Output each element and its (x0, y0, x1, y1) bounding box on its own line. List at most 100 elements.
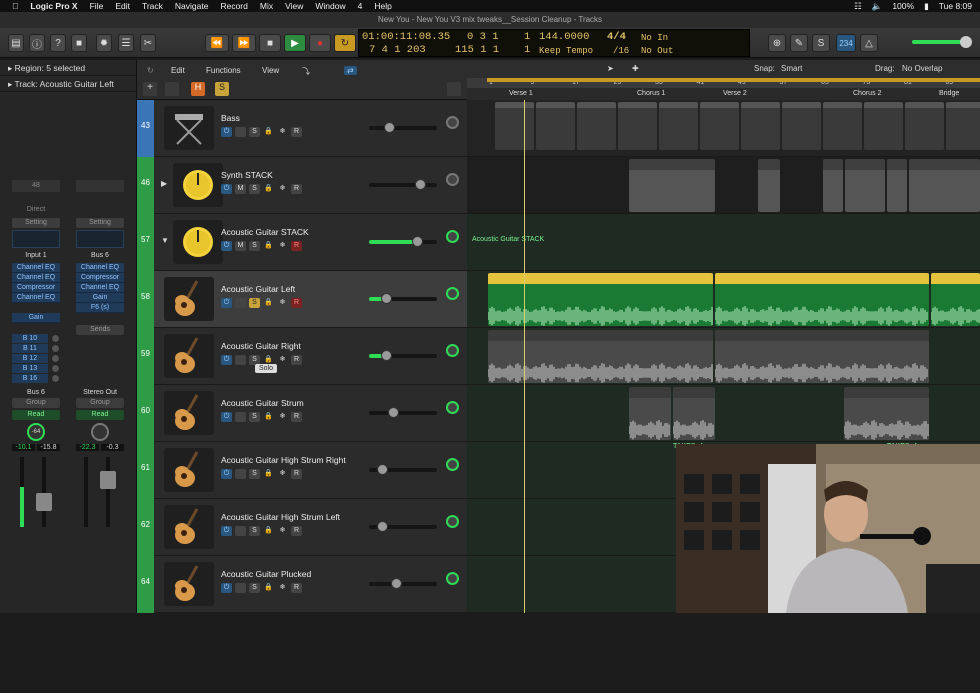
track-lane[interactable]: Acoustic Guit Acoustic Acoustic Guitar_Str… (467, 385, 980, 442)
solo-button[interactable]: S (249, 241, 260, 251)
pointer-tool[interactable]: ➤ (607, 64, 614, 73)
fast-forward-button[interactable]: ⏩ (232, 34, 256, 52)
mute-button[interactable]: M (235, 241, 246, 251)
track-name[interactable]: Acoustic Guitar Plucked (221, 569, 311, 579)
setting-button[interactable]: Setting (76, 218, 124, 228)
freeze-icon[interactable]: ❄ (277, 412, 288, 422)
lock-icon[interactable]: 🔒 (263, 184, 274, 194)
track-header[interactable]: 43 Bass ⏻ S 🔒 ❄ R (137, 100, 467, 157)
fader-handle[interactable] (381, 293, 392, 304)
track-volume-fader[interactable] (369, 122, 437, 133)
mute-button[interactable] (235, 127, 246, 137)
power-button[interactable]: ⏻ (221, 583, 232, 593)
eq-thumbnail[interactable] (76, 230, 124, 248)
menu-window[interactable]: Window (315, 1, 345, 11)
acoustic-guitar-icon[interactable] (164, 562, 214, 606)
lock-icon[interactable]: 🔒 (263, 241, 274, 251)
power-button[interactable]: ⏻ (221, 355, 232, 365)
midi-region[interactable] (700, 102, 739, 150)
record-enable-button[interactable]: R (291, 241, 302, 251)
track-header[interactable]: 62 Acoustic Guitar High Strum Left ⏻ S 🔒 ❄ R (137, 499, 467, 556)
pan-knob[interactable] (446, 515, 459, 528)
add-track-button[interactable]: + (143, 82, 157, 96)
volume-fader[interactable] (12, 457, 60, 527)
record-enable-button[interactable]: R (291, 127, 302, 137)
track-name[interactable]: Acoustic Guitar Strum (221, 398, 304, 408)
audio-region[interactable]: Acoustic Guitar_Left_COMP.9 (715, 273, 929, 326)
fader-handle[interactable] (415, 179, 426, 190)
plugin-slot-4[interactable]: Gain (76, 293, 124, 303)
fader-cap[interactable] (100, 471, 116, 489)
edit-menu[interactable]: Edit (171, 66, 185, 75)
mute-button[interactable] (235, 526, 246, 536)
audio-region[interactable]: Acoustic Guitar_Strum_CO (844, 387, 929, 440)
plugin-slot-gain[interactable]: Gain (12, 313, 60, 323)
library-button[interactable]: ▤ (8, 34, 24, 52)
pan-knob[interactable]: -64 (27, 423, 45, 441)
input-slot[interactable]: Bus 6 (70, 252, 130, 259)
record-enable-button[interactable]: R (291, 526, 302, 536)
cycle-region[interactable] (487, 78, 980, 82)
battery-percent[interactable]: 100% (892, 1, 914, 11)
menu-record[interactable]: Record (220, 1, 247, 11)
freeze-icon[interactable]: ❄ (277, 469, 288, 479)
track-header[interactable]: 64 Acoustic Guitar Plucked ⏻ S 🔒 ❄ R (137, 556, 467, 613)
fader-handle[interactable] (388, 407, 399, 418)
audio-region[interactable]: Acoustic Guit (629, 387, 671, 440)
midi-region[interactable] (618, 102, 657, 150)
pan-knob[interactable] (446, 287, 459, 300)
power-button[interactable]: ⏻ (221, 127, 232, 137)
solo-global-button[interactable]: S (215, 82, 229, 96)
send-knob[interactable] (51, 364, 60, 373)
power-button[interactable]: ⏻ (221, 469, 232, 479)
eq-thumbnail[interactable] (12, 230, 60, 248)
mixer-button[interactable]: ☰ (118, 34, 134, 52)
fader-handle[interactable] (381, 350, 392, 361)
mute-button[interactable] (235, 355, 246, 365)
pan-knob[interactable] (91, 423, 109, 441)
menu-navigate[interactable]: Navigate (175, 1, 209, 11)
menu-mix[interactable]: Mix (260, 1, 273, 11)
midi-region[interactable] (823, 102, 862, 150)
volume-icon[interactable]: 🔈 (872, 1, 883, 12)
view-menu[interactable]: View (262, 66, 279, 75)
track-header[interactable]: 61 Acoustic Guitar High Strum Right ⏻ S 🔒 ❄ R (137, 442, 467, 499)
plugin-slot-2[interactable]: Channel EQ (12, 273, 60, 283)
freeze-icon[interactable]: ❄ (277, 355, 288, 365)
global-tracks-button[interactable] (447, 82, 461, 96)
catch-icon[interactable]: ↻ (147, 66, 154, 75)
track-header[interactable]: 57 ▼ Acoustic Guitar STACK ⏻ M S 🔒 ❄ R (137, 214, 467, 271)
cycle-button[interactable]: ↻ (334, 34, 356, 52)
track-lane[interactable]: Acoustic Guitar STACK (467, 214, 980, 271)
track-name[interactable]: Acoustic Guitar Left (221, 284, 295, 294)
send-knob[interactable] (51, 374, 60, 383)
lock-icon[interactable]: 🔒 (263, 298, 274, 308)
track-volume-fader[interactable] (369, 236, 437, 247)
track-volume-fader[interactable] (369, 464, 437, 475)
quick-help-button[interactable]: ? (50, 34, 66, 52)
track-volume-fader[interactable] (369, 350, 437, 361)
fader-handle[interactable] (377, 464, 388, 475)
record-enable-button[interactable]: R (291, 355, 302, 365)
track-view-button[interactable] (165, 82, 179, 96)
solo-mode-button[interactable]: S (812, 34, 830, 52)
marker[interactable]: Chorus 2 (853, 90, 881, 97)
midi-region[interactable] (495, 102, 534, 150)
audio-region[interactable]: Acoustic (673, 387, 715, 440)
group-button[interactable]: Group (12, 398, 60, 408)
fader-handle[interactable] (412, 236, 423, 247)
inspector-button[interactable]: ⓘ (29, 34, 45, 52)
solo-button[interactable]: S (249, 412, 260, 422)
power-button[interactable]: ⏻ (221, 298, 232, 308)
freeze-icon[interactable]: ❄ (277, 241, 288, 251)
freeze-icon[interactable]: ❄ (277, 526, 288, 536)
audio-region[interactable]: Acoustic Guitar (931, 273, 980, 326)
clock[interactable]: Tue 8:09 (939, 1, 972, 11)
count-in-button[interactable]: 234 (836, 34, 856, 52)
menu-file[interactable]: File (90, 1, 104, 11)
lock-icon[interactable]: 🔒 (263, 412, 274, 422)
audio-region[interactable]: Acoustic Guitar_Right_COMP.9 (715, 330, 929, 383)
solo-button[interactable]: S (249, 583, 260, 593)
play-button[interactable]: ▶ (284, 34, 306, 52)
track-name[interactable]: Acoustic Guitar High Strum Right (221, 455, 346, 465)
